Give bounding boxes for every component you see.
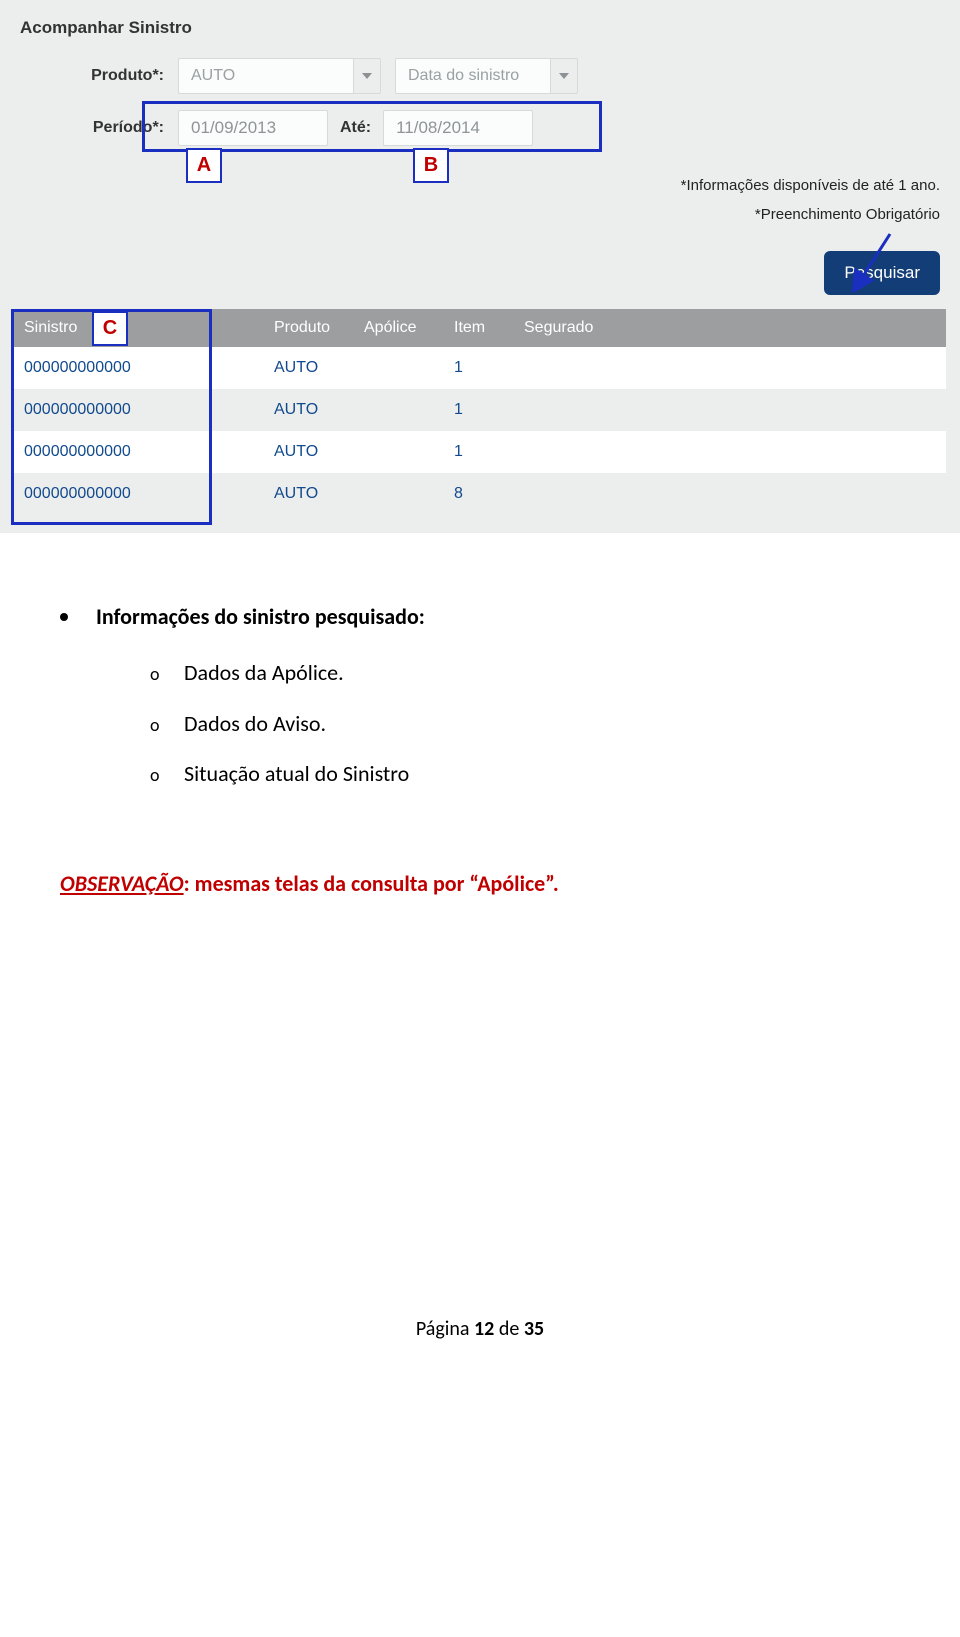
cell-produto: AUTO bbox=[264, 431, 354, 473]
cell-item: 1 bbox=[444, 431, 514, 473]
data-sinistro-select[interactable]: Data do sinistro bbox=[395, 58, 578, 94]
list-item: oSituação atual do Sinistro bbox=[150, 749, 900, 800]
results-grid-wrap: Sinistro Produto Apólice Item Segurado 0… bbox=[14, 309, 946, 515]
annotation-marker-a: A bbox=[186, 148, 222, 183]
list-item-text: Dados da Apólice. bbox=[184, 659, 344, 686]
results-table: Sinistro Produto Apólice Item Segurado 0… bbox=[14, 309, 946, 515]
th-item: Item bbox=[444, 309, 514, 347]
produto-value: AUTO bbox=[178, 58, 353, 94]
cell-produto: AUTO bbox=[264, 473, 354, 515]
th-sinistro: Sinistro bbox=[14, 309, 264, 347]
obs-text: : mesmas telas da consulta por “Apólice”… bbox=[184, 870, 559, 897]
document-body: Informações do sinistro pesquisado: oDad… bbox=[0, 533, 960, 897]
cell-apolice bbox=[354, 347, 444, 389]
periodo-from-input[interactable]: 01/09/2013 bbox=[178, 110, 328, 146]
cell-segurado bbox=[514, 389, 946, 431]
cell-apolice bbox=[354, 389, 444, 431]
list-item-text: Dados do Aviso. bbox=[184, 710, 326, 737]
row-produto: Produto*: AUTO Data do sinistro bbox=[14, 58, 946, 94]
chevron-down-icon[interactable] bbox=[353, 58, 381, 94]
bullet-heading-text: Informações do sinistro pesquisado: bbox=[96, 603, 425, 630]
row-periodo: Período*: 01/09/2013 Até: 11/08/2014 bbox=[14, 110, 946, 146]
search-button[interactable]: Pesquisar bbox=[824, 251, 940, 295]
th-segurado: Segurado bbox=[514, 309, 946, 347]
chevron-down-icon[interactable] bbox=[550, 58, 578, 94]
cell-item: 1 bbox=[444, 389, 514, 431]
list-item-text: Situação atual do Sinistro bbox=[184, 760, 409, 787]
page-footer: Página 12 de 35 bbox=[0, 1317, 960, 1371]
footer-pre: Página bbox=[416, 1317, 474, 1341]
cell-segurado bbox=[514, 473, 946, 515]
bullet-icon bbox=[60, 613, 68, 621]
sub-list: oDados da Apólice. oDados do Aviso. oSit… bbox=[150, 648, 900, 800]
table-row[interactable]: 000000000000 AUTO 8 bbox=[14, 473, 946, 515]
cell-produto: AUTO bbox=[264, 389, 354, 431]
annotation-marker-c: C bbox=[92, 311, 128, 346]
cell-apolice bbox=[354, 431, 444, 473]
th-apolice: Apólice bbox=[354, 309, 444, 347]
annotation-marker-b: B bbox=[413, 148, 449, 183]
notes-block: *Informações disponíveis de até 1 ano. *… bbox=[14, 172, 940, 229]
cell-segurado bbox=[514, 347, 946, 389]
cell-sinistro: 000000000000 bbox=[14, 347, 264, 389]
list-item: oDados do Aviso. bbox=[150, 699, 900, 750]
list-item: oDados da Apólice. bbox=[150, 648, 900, 699]
note-1: *Informações disponíveis de até 1 ano. bbox=[14, 172, 940, 201]
cell-apolice bbox=[354, 473, 444, 515]
produto-select[interactable]: AUTO bbox=[178, 58, 381, 94]
obs-label: OBSERVAÇÃO bbox=[60, 870, 184, 897]
note-2: *Preenchimento Obrigatório bbox=[14, 201, 940, 230]
table-row[interactable]: 000000000000 AUTO 1 bbox=[14, 431, 946, 473]
observation: OBSERVAÇÃO: mesmas telas da consulta por… bbox=[60, 870, 900, 897]
data-sinistro-placeholder: Data do sinistro bbox=[395, 58, 550, 94]
label-produto: Produto*: bbox=[64, 67, 164, 85]
table-row[interactable]: 000000000000 AUTO 1 bbox=[14, 389, 946, 431]
cell-produto: AUTO bbox=[264, 347, 354, 389]
cell-sinistro: 000000000000 bbox=[14, 473, 264, 515]
footer-current: 12 bbox=[474, 1317, 494, 1341]
label-periodo: Período*: bbox=[64, 119, 164, 137]
cell-sinistro: 000000000000 bbox=[14, 431, 264, 473]
circle-bullet-icon: o bbox=[150, 705, 184, 746]
th-produto: Produto bbox=[264, 309, 354, 347]
cell-item: 1 bbox=[444, 347, 514, 389]
footer-total: 35 bbox=[524, 1317, 544, 1341]
cell-item: 8 bbox=[444, 473, 514, 515]
footer-mid: de bbox=[494, 1317, 524, 1341]
circle-bullet-icon: o bbox=[150, 654, 184, 695]
label-ate: Até: bbox=[340, 119, 371, 137]
circle-bullet-icon: o bbox=[150, 755, 184, 796]
form-panel: Acompanhar Sinistro Produto*: AUTO Data … bbox=[0, 0, 960, 533]
periodo-to-input[interactable]: 11/08/2014 bbox=[383, 110, 533, 146]
panel-title: Acompanhar Sinistro bbox=[20, 18, 946, 38]
bullet-heading: Informações do sinistro pesquisado: bbox=[60, 603, 900, 630]
cell-segurado bbox=[514, 431, 946, 473]
cell-sinistro: 000000000000 bbox=[14, 389, 264, 431]
table-row[interactable]: 000000000000 AUTO 1 bbox=[14, 347, 946, 389]
